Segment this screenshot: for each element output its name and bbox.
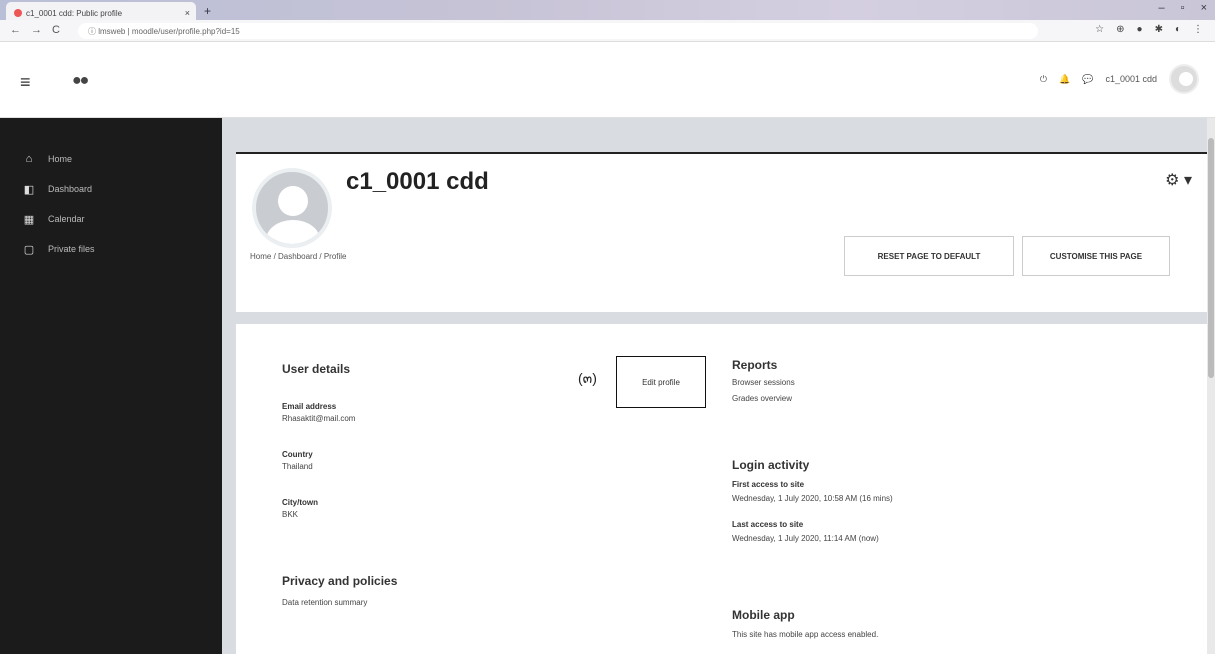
browser-tab[interactable]: c1_0001 cdd: Public profile ×: [6, 2, 196, 20]
calendar-icon: ▦: [23, 213, 35, 226]
site-logo[interactable]: ●●: [72, 72, 89, 90]
avatar[interactable]: [1169, 64, 1199, 94]
profile-content: User details (๓) Edit profile Email addr…: [236, 324, 1210, 654]
forward-icon[interactable]: →: [31, 24, 42, 36]
user-name[interactable]: c1_0001 cdd: [1105, 74, 1157, 84]
gear-icon[interactable]: ⚙ ▾: [1165, 170, 1192, 190]
reports-heading: Reports: [732, 358, 778, 372]
main-content: c1_0001 cdd ⚙ ▾ Home / Dashboard / Profi…: [222, 118, 1215, 654]
privacy-heading: Privacy and policies: [282, 574, 398, 588]
extension-icons: ☆ ⊕ ● ✱ ◐ ⋮: [1095, 24, 1203, 35]
scrollbar-thumb[interactable]: [1208, 138, 1214, 378]
file-icon: ▢: [23, 243, 35, 256]
mobile-app-text: This site has mobile app access enabled.: [732, 630, 879, 639]
data-retention-link[interactable]: Data retention summary: [282, 598, 367, 607]
page-title: c1_0001 cdd: [346, 168, 489, 195]
sidebar-item-home[interactable]: ⌂ Home: [0, 144, 222, 174]
window-controls: – ▫ ×: [1159, 2, 1207, 14]
user-details-heading: User details: [282, 362, 351, 376]
sidebar-item-label: Dashboard: [48, 184, 93, 194]
mobile-app-heading: Mobile app: [732, 608, 795, 622]
sidebar-item-calendar[interactable]: ▦ Calendar: [0, 204, 222, 234]
browser-tab-bar: c1_0001 cdd: Public profile × + – ▫ ×: [0, 0, 1215, 20]
breadcrumb[interactable]: Home / Dashboard / Profile: [250, 252, 347, 261]
sidebar-item-private-files[interactable]: ▢ Private files: [0, 234, 222, 264]
city-label: City/town: [282, 498, 318, 507]
first-access-label: First access to site: [732, 480, 805, 489]
login-activity-heading: Login activity: [732, 458, 810, 472]
browser-menu-icon[interactable]: ⋮: [1193, 24, 1203, 35]
close-window-button[interactable]: ×: [1201, 2, 1207, 14]
bell-icon[interactable]: 🔔: [1059, 74, 1070, 85]
power-icon[interactable]: ⏻: [1040, 74, 1047, 85]
new-tab-button[interactable]: +: [204, 4, 211, 18]
dashboard-icon: ◧: [23, 183, 35, 196]
grades-overview-link[interactable]: Grades overview: [732, 394, 792, 403]
back-icon[interactable]: ←: [10, 24, 21, 36]
profile-avatar: [252, 168, 332, 248]
last-access-value: Wednesday, 1 July 2020, 11:14 AM (now): [732, 534, 879, 543]
address-bar[interactable]: ⓘ lmsweb | moodle/user/profile.php?id=15: [78, 23, 1038, 39]
sidebar-item-label: Calendar: [48, 214, 85, 224]
tab-close-icon[interactable]: ×: [185, 8, 190, 18]
extension-icon[interactable]: ✱: [1155, 24, 1163, 35]
page-scrollbar[interactable]: [1207, 118, 1215, 654]
extension-icon[interactable]: ⊕: [1116, 24, 1124, 35]
tab-title: c1_0001 cdd: Public profile: [26, 8, 123, 18]
home-icon: ⌂: [25, 153, 33, 165]
favicon-icon: [14, 9, 22, 17]
hamburger-menu-icon[interactable]: ≡: [20, 72, 31, 93]
sidebar-item-dashboard[interactable]: ◧ Dashboard: [0, 174, 222, 204]
country-value: Thailand: [282, 462, 313, 471]
nav-buttons: ← → C: [10, 24, 60, 36]
customise-page-button[interactable]: CUSTOMISE THIS PAGE: [1022, 236, 1170, 276]
profile-icon[interactable]: ◐: [1175, 24, 1181, 35]
browser-toolbar: ← → C ⓘ lmsweb | moodle/user/profile.php…: [0, 20, 1215, 42]
email-label: Email address: [282, 402, 337, 411]
edit-profile-link[interactable]: Edit profile: [616, 356, 706, 408]
minimize-button[interactable]: –: [1159, 2, 1165, 14]
sidebar-nav: ⌂ Home ◧ Dashboard ▦ Calendar ▢ Private …: [0, 118, 222, 654]
app-navbar: ≡ ●● ⏻ 🔔 💬 c1_0001 cdd: [0, 42, 1215, 118]
email-value[interactable]: Rhasaktit@mail.com: [282, 414, 355, 423]
last-access-label: Last access to site: [732, 520, 804, 529]
sidebar-item-label: Home: [48, 154, 73, 164]
user-menu: ⏻ 🔔 💬 c1_0001 cdd: [1040, 64, 1199, 94]
bookmark-star-icon[interactable]: ☆: [1095, 24, 1104, 35]
sidebar-item-label: Private files: [48, 244, 95, 254]
chat-icon[interactable]: 💬: [1082, 74, 1093, 85]
first-access-value: Wednesday, 1 July 2020, 10:58 AM (16 min…: [732, 494, 893, 503]
country-label: Country: [282, 450, 313, 459]
reload-icon[interactable]: C: [52, 24, 60, 36]
profile-header: c1_0001 cdd ⚙ ▾ Home / Dashboard / Profi…: [236, 152, 1210, 312]
reset-page-button[interactable]: RESET PAGE TO DEFAULT: [844, 236, 1014, 276]
city-value: BKK: [282, 510, 299, 519]
browser-sessions-link[interactable]: Browser sessions: [732, 378, 795, 387]
extension-icon[interactable]: ●: [1137, 24, 1143, 35]
annotation-label: (๓): [578, 370, 597, 386]
maximize-button[interactable]: ▫: [1181, 2, 1185, 14]
